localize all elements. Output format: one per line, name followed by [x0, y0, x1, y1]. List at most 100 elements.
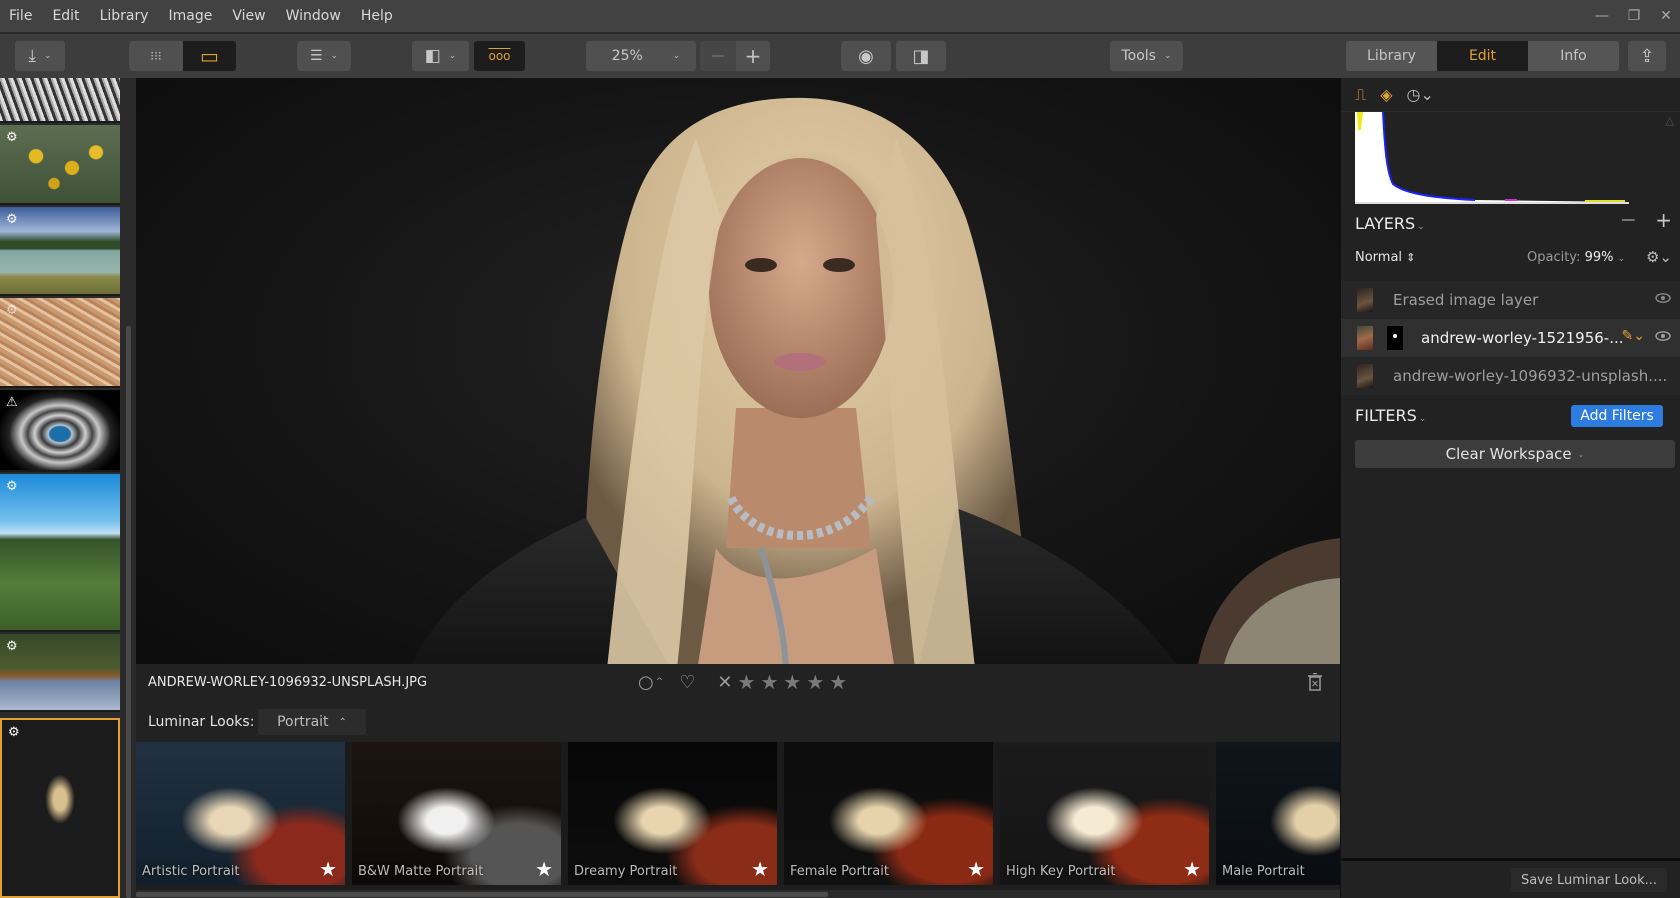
layer-row[interactable]: Erased image layer: [1341, 281, 1680, 319]
preview-button[interactable]: ◉: [841, 41, 891, 71]
menu-window[interactable]: Window: [276, 0, 351, 32]
look-artistic-portrait[interactable]: Artistic Portrait ★: [136, 742, 345, 885]
look-name: Female Portrait: [790, 864, 889, 879]
filmstrip-thumb[interactable]: ⚙: [0, 474, 120, 632]
menu-library[interactable]: Library: [90, 0, 159, 32]
layer-mask-thumbnail[interactable]: [1387, 326, 1403, 350]
opacity-value: 99%: [1584, 250, 1614, 265]
looks-scroll-thumb[interactable]: [136, 892, 828, 897]
zoom-out-button[interactable]: —: [700, 41, 736, 71]
import-button[interactable]: ⤓ ⌄: [15, 41, 65, 71]
chevron-down-icon: ⌄: [1163, 51, 1172, 61]
save-luminar-look-button[interactable]: Save Luminar Look...: [1511, 868, 1667, 892]
favorite-icon[interactable]: ♡: [679, 672, 695, 693]
menu-image[interactable]: Image: [159, 0, 223, 32]
grid-view-button[interactable]: ⁝⁝⁝: [129, 41, 183, 71]
color-label-icon[interactable]: ○: [638, 672, 654, 693]
zoom-in-button[interactable]: +: [736, 41, 770, 71]
chevron-down-icon: ⌄: [1417, 222, 1425, 232]
add-filters-button[interactable]: Add Filters: [1571, 405, 1663, 427]
minimize-icon[interactable]: —: [1594, 8, 1610, 24]
favorite-star-icon[interactable]: ★: [967, 857, 985, 881]
layer-settings-icon[interactable]: ⚙⌄: [1646, 248, 1672, 266]
layers-icon[interactable]: ◈: [1380, 85, 1392, 104]
looks-thumbnails: Artistic Portrait ★ B&W Matte Portrait ★…: [136, 742, 1340, 885]
adjustments-icon: ⚙: [6, 479, 18, 494]
tab-info[interactable]: Info: [1528, 41, 1619, 71]
filmstrip-thumb[interactable]: ⚙: [0, 298, 120, 388]
favorite-star-icon[interactable]: ★: [1183, 857, 1201, 881]
compare-button[interactable]: ◨: [896, 41, 946, 71]
menu-view[interactable]: View: [222, 0, 275, 32]
filmstrip-thumb[interactable]: ⚙: [0, 634, 120, 712]
look-bw-matte-portrait[interactable]: B&W Matte Portrait ★: [352, 742, 561, 885]
look-male-portrait[interactable]: Male Portrait: [1216, 742, 1340, 885]
menu-edit[interactable]: Edit: [42, 0, 89, 32]
histogram-icon[interactable]: ⎍: [1355, 85, 1366, 105]
clear-workspace-label: Clear Workspace: [1445, 445, 1572, 463]
layer-row[interactable]: andrew-worley-1096932-unsplash....: [1341, 357, 1680, 395]
filmstrip-thumb[interactable]: ⚙: [0, 125, 120, 205]
sidebar-toggle-button[interactable]: ◧ ⌄: [412, 41, 469, 71]
looks-category-select[interactable]: Portrait ⌃: [258, 709, 366, 735]
star-4-icon[interactable]: ★: [806, 670, 824, 694]
looks-scrollbar[interactable]: [136, 890, 1340, 898]
look-female-portrait[interactable]: Female Portrait ★: [784, 742, 993, 885]
clipping-warning-icon[interactable]: △: [1666, 114, 1674, 127]
menu-file[interactable]: File: [0, 0, 42, 32]
clear-workspace-dropdown[interactable]: Clear Workspace ⌄: [1355, 440, 1675, 468]
chevron-down-icon: ⌄: [330, 51, 339, 61]
reject-icon[interactable]: ✕: [717, 672, 732, 693]
layer-row-active[interactable]: andrew-worley-1521956-... ✎⌄: [1341, 319, 1680, 357]
add-layer-button[interactable]: +: [1655, 208, 1672, 232]
filmstrip: ⚙ ⚙ ⚙ ⚠ ⚙ ⚙ ⚙: [0, 78, 136, 898]
chevron-up-icon[interactable]: ^: [656, 677, 664, 687]
favorite-star-icon[interactable]: ★: [535, 857, 553, 881]
brush-icon[interactable]: ✎⌄: [1622, 328, 1645, 344]
adjustments-icon: ⚙: [6, 212, 18, 227]
look-dreamy-portrait[interactable]: Dreamy Portrait ★: [568, 742, 777, 885]
favorite-star-icon[interactable]: ★: [751, 857, 769, 881]
tab-library[interactable]: Library: [1346, 41, 1437, 71]
tools-dropdown[interactable]: Tools ⌄: [1110, 41, 1183, 71]
favorite-star-icon[interactable]: ★: [319, 857, 337, 881]
zoom-select[interactable]: 25% ⌄: [586, 41, 696, 71]
chevron-down-icon: ⌄: [43, 51, 52, 61]
tab-library-label: Library: [1367, 48, 1416, 64]
filmstrip-thumb[interactable]: [0, 78, 120, 123]
image-canvas[interactable]: [136, 78, 1340, 664]
plus-icon: +: [744, 44, 762, 68]
sort-button[interactable]: ☰ ⌄: [297, 41, 351, 71]
trash-icon[interactable]: [1308, 672, 1322, 695]
star-1-icon[interactable]: ★: [738, 670, 756, 694]
star-2-icon[interactable]: ★: [760, 670, 778, 694]
restore-icon[interactable]: ❐: [1626, 8, 1642, 24]
remove-layer-button[interactable]: —: [1621, 212, 1635, 232]
history-icon[interactable]: ◷⌄: [1407, 85, 1434, 104]
look-high-key-portrait[interactable]: High Key Portrait ★: [1000, 742, 1209, 885]
star-5-icon[interactable]: ★: [829, 670, 847, 694]
tab-edit-label: Edit: [1468, 48, 1497, 64]
tab-edit[interactable]: Edit: [1437, 41, 1528, 71]
close-icon[interactable]: ✕: [1658, 8, 1674, 24]
mode-tabs: Library Edit Info: [1346, 41, 1619, 71]
filmstrip-thumb[interactable]: ⚙: [0, 207, 120, 296]
look-name: High Key Portrait: [1006, 864, 1116, 879]
filmstrip-thumb[interactable]: ⚠: [0, 390, 120, 472]
layer-name: andrew-worley-1521956-...: [1421, 329, 1624, 347]
filmstrip-scrollbar[interactable]: [126, 326, 131, 898]
menu-help[interactable]: Help: [351, 0, 403, 32]
blend-mode-select[interactable]: Normal ⇕: [1355, 250, 1415, 265]
opacity-control[interactable]: Opacity: 99% ⌄: [1527, 250, 1625, 265]
layer-thumbnail: [1357, 364, 1373, 388]
single-view-button[interactable]: ▭: [183, 41, 236, 71]
layers-title[interactable]: LAYERS ⌄: [1355, 214, 1425, 233]
filters-title[interactable]: FILTERS ⌄: [1355, 406, 1426, 425]
star-3-icon[interactable]: ★: [783, 670, 801, 694]
eye-icon[interactable]: [1655, 329, 1671, 345]
share-button[interactable]: ⇪: [1628, 41, 1666, 71]
filmstrip-toggle-button[interactable]: ooo: [474, 41, 525, 71]
filmstrip-thumb-selected[interactable]: ⚙: [0, 718, 120, 898]
panel-tabs: ⎍ ◈ ◷⌄: [1341, 78, 1680, 112]
eye-icon[interactable]: [1655, 291, 1671, 307]
